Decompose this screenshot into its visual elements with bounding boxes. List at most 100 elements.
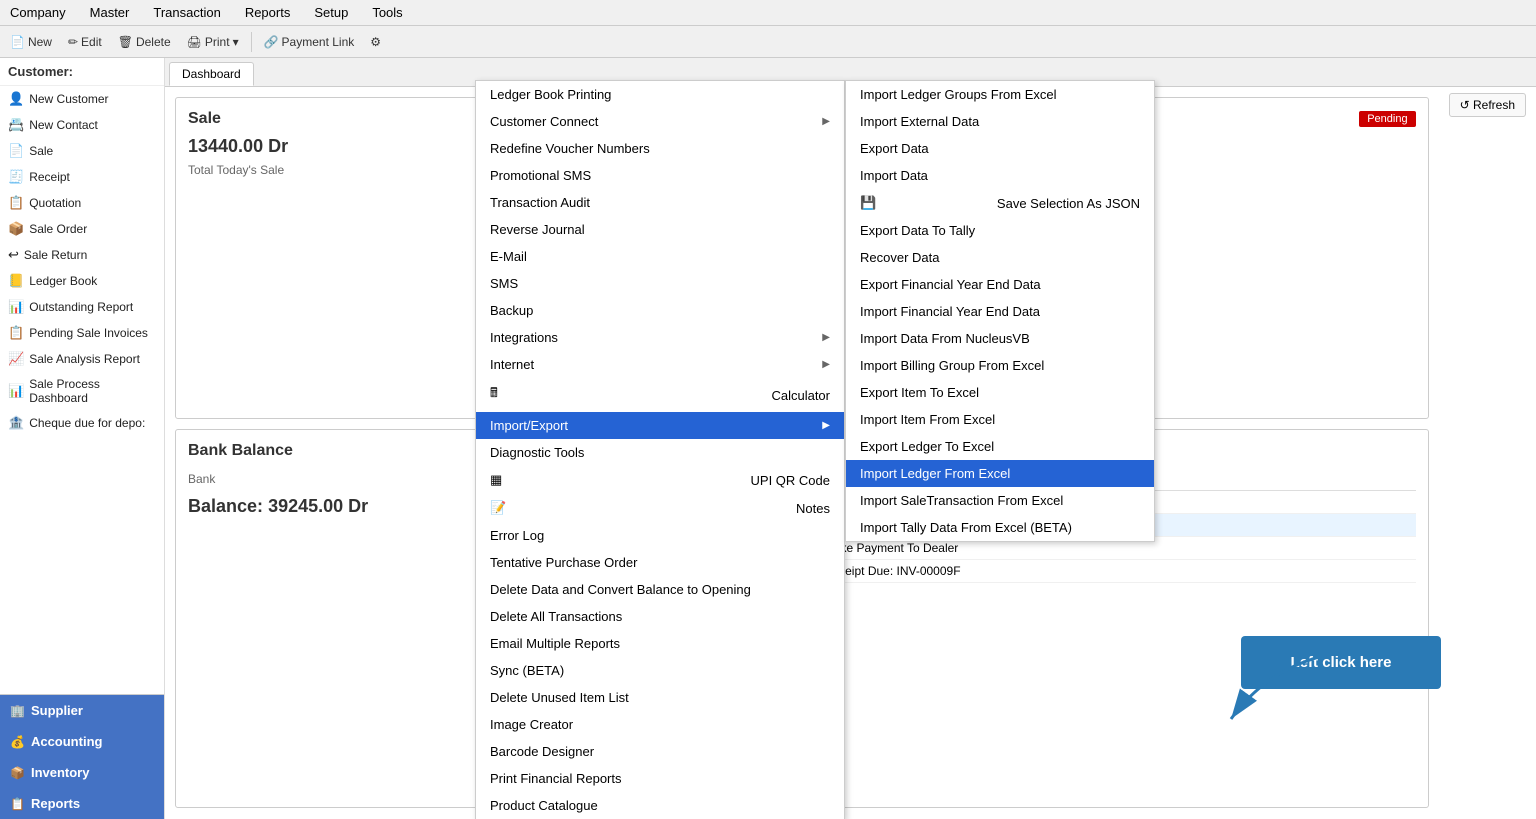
sidebar-spacer [0,436,164,694]
menu-backup[interactable]: Backup [476,297,844,324]
menu-ledger-book-printing[interactable]: Ledger Book Printing [476,81,844,108]
submenu-import-nucleusvb[interactable]: Import Data From NucleusVB [846,325,1154,352]
cheque-icon: 🏦 [8,415,24,431]
sidebar-item-sale[interactable]: 📄 Sale [0,138,164,164]
payable-badge: Pending [1359,111,1415,127]
menu-sms[interactable]: SMS [476,270,844,297]
extra-button[interactable]: ⚙ [366,33,385,51]
submenu-arrow: ▶ [822,420,830,431]
menu-delete-unused-items[interactable]: Delete Unused Item List [476,684,844,711]
print-button[interactable]: 🖨 Print ▾ [183,33,243,51]
sidebar-item-outstanding-report[interactable]: 📊 Outstanding Report [0,294,164,320]
menu-integrations[interactable]: Integrations ▶ [476,324,844,351]
menu-redefine-voucher[interactable]: Redefine Voucher Numbers [476,135,844,162]
sidebar-item-sale-order[interactable]: 📦 Sale Order [0,216,164,242]
submenu-import-external-data[interactable]: Import External Data [846,108,1154,135]
edit-button[interactable]: ✏ Edit [64,33,106,51]
toolbar: 📄 New ✏ Edit 🗑 Delete 🖨 Print ▾ 🔗 Paymen… [0,26,1536,58]
menu-transaction-audit[interactable]: Transaction Audit [476,189,844,216]
refresh-button[interactable]: ↺ Refresh [1449,93,1526,117]
menu-customer-connect[interactable]: Customer Connect ▶ [476,108,844,135]
menu-diagnostic-tools[interactable]: Diagnostic Tools [476,439,844,466]
menu-product-catalogue[interactable]: Product Catalogue [476,792,844,819]
menu-company[interactable]: Company [6,3,70,22]
new-contact-icon: 📇 [8,117,24,133]
new-button[interactable]: 📄 New [6,33,56,51]
menu-email-multiple-reports[interactable]: Email Multiple Reports [476,630,844,657]
menu-reports[interactable]: Reports [241,3,295,22]
menu-promotional-sms[interactable]: Promotional SMS [476,162,844,189]
sidebar-item-inventory[interactable]: 📦 Inventory [0,757,164,788]
sale-analysis-icon: 📈 [8,351,24,367]
accounting-icon: 💰 [10,735,25,749]
menu-notes[interactable]: 📝Notes [476,494,844,522]
sidebar-item-pending-sale-invoices[interactable]: 📋 Pending Sale Invoices [0,320,164,346]
ledger-book-icon: 📒 [8,273,24,289]
menu-setup[interactable]: Setup [310,3,352,22]
submenu-export-data-tally[interactable]: Export Data To Tally [846,217,1154,244]
menu-bar: Company Master Transaction Reports Setup… [0,0,1536,26]
submenu-export-ledger-excel[interactable]: Export Ledger To Excel [846,433,1154,460]
menu-reverse-journal[interactable]: Reverse Journal [476,216,844,243]
submenu-import-data[interactable]: Import Data [846,162,1154,189]
sale-icon: 📄 [8,143,24,159]
menu-delete-data-convert[interactable]: Delete Data and Convert Balance to Openi… [476,576,844,603]
sidebar-header: Customer: [0,58,164,86]
sidebar-item-supplier[interactable]: 🏢 Supplier [0,695,164,726]
sidebar-item-quotation[interactable]: 📋 Quotation [0,190,164,216]
task-row[interactable]: Receipt Due: INV-00009F [820,559,1416,582]
sidebar: Customer: 👤 New Customer 📇 New Contact 📄… [0,58,165,819]
menu-print-financial-reports[interactable]: Print Financial Reports [476,765,844,792]
menu-tentative-purchase[interactable]: Tentative Purchase Order [476,549,844,576]
sidebar-item-new-contact[interactable]: 📇 New Contact [0,112,164,138]
supplier-icon: 🏢 [10,704,25,718]
sidebar-item-ledger-book[interactable]: 📒 Ledger Book [0,268,164,294]
submenu-import-financial-year-end[interactable]: Import Financial Year End Data [846,298,1154,325]
new-customer-icon: 👤 [8,91,24,107]
menu-calculator[interactable]: 🖩Calculator [476,378,844,412]
submenu-arrow: ▶ [822,359,830,370]
menu-master[interactable]: Master [86,3,134,22]
tab-dashboard[interactable]: Dashboard [169,62,254,86]
sidebar-item-new-customer[interactable]: 👤 New Customer [0,86,164,112]
submenu-arrow: ▶ [822,116,830,127]
sale-order-icon: 📦 [8,221,24,237]
menu-barcode-designer[interactable]: Barcode Designer [476,738,844,765]
menu-image-creator[interactable]: Image Creator [476,711,844,738]
tools-dropdown-menu: Ledger Book Printing Customer Connect ▶ … [475,80,845,819]
sidebar-item-sale-analysis[interactable]: 📈 Sale Analysis Report [0,346,164,372]
delete-button[interactable]: 🗑 Delete [114,33,175,51]
sidebar-item-sale-return[interactable]: ↩ Sale Return [0,242,164,268]
separator [251,32,252,52]
sale-card-title: Sale [188,110,221,128]
menu-delete-all-transactions[interactable]: Delete All Transactions [476,603,844,630]
submenu-export-financial-year-end[interactable]: Export Financial Year End Data [846,271,1154,298]
submenu-import-item-excel[interactable]: Import Item From Excel [846,406,1154,433]
menu-sync[interactable]: Sync (BETA) [476,657,844,684]
menu-tools[interactable]: Tools [368,3,406,22]
menu-error-log[interactable]: Error Log [476,522,844,549]
submenu-import-sale-transaction[interactable]: Import SaleTransaction From Excel [846,487,1154,514]
payment-link-button[interactable]: 🔗 Payment Link [260,33,359,51]
submenu-export-item-excel[interactable]: Export Item To Excel [846,379,1154,406]
submenu-import-billing-group[interactable]: Import Billing Group From Excel [846,352,1154,379]
submenu-import-ledger-excel[interactable]: Import Ledger From Excel [846,460,1154,487]
sidebar-item-receipt[interactable]: 🧾 Receipt [0,164,164,190]
menu-import-export[interactable]: Import/Export ▶ [476,412,844,439]
submenu-import-tally-data[interactable]: Import Tally Data From Excel (BETA) [846,514,1154,541]
menu-email[interactable]: E-Mail [476,243,844,270]
sidebar-item-reports[interactable]: 📋 Reports [0,788,164,819]
sidebar-item-accounting[interactable]: 💰 Accounting [0,726,164,757]
sidebar-item-sale-process[interactable]: 📊 Sale Process Dashboard [0,372,164,410]
submenu-save-selection-json[interactable]: 💾Save Selection As JSON [846,189,1154,217]
tooltip-arrow [1201,639,1441,759]
menu-transaction[interactable]: Transaction [149,3,224,22]
menu-upi-qr[interactable]: ▦UPI QR Code [476,466,844,494]
submenu-recover-data[interactable]: Recover Data [846,244,1154,271]
submenu-import-ledger-groups[interactable]: Import Ledger Groups From Excel [846,81,1154,108]
submenu-export-data[interactable]: Export Data [846,135,1154,162]
inventory-icon: 📦 [10,766,25,780]
menu-internet[interactable]: Internet ▶ [476,351,844,378]
outstanding-report-icon: 📊 [8,299,24,315]
sidebar-item-cheque[interactable]: 🏦 Cheque due for depo: [0,410,164,436]
